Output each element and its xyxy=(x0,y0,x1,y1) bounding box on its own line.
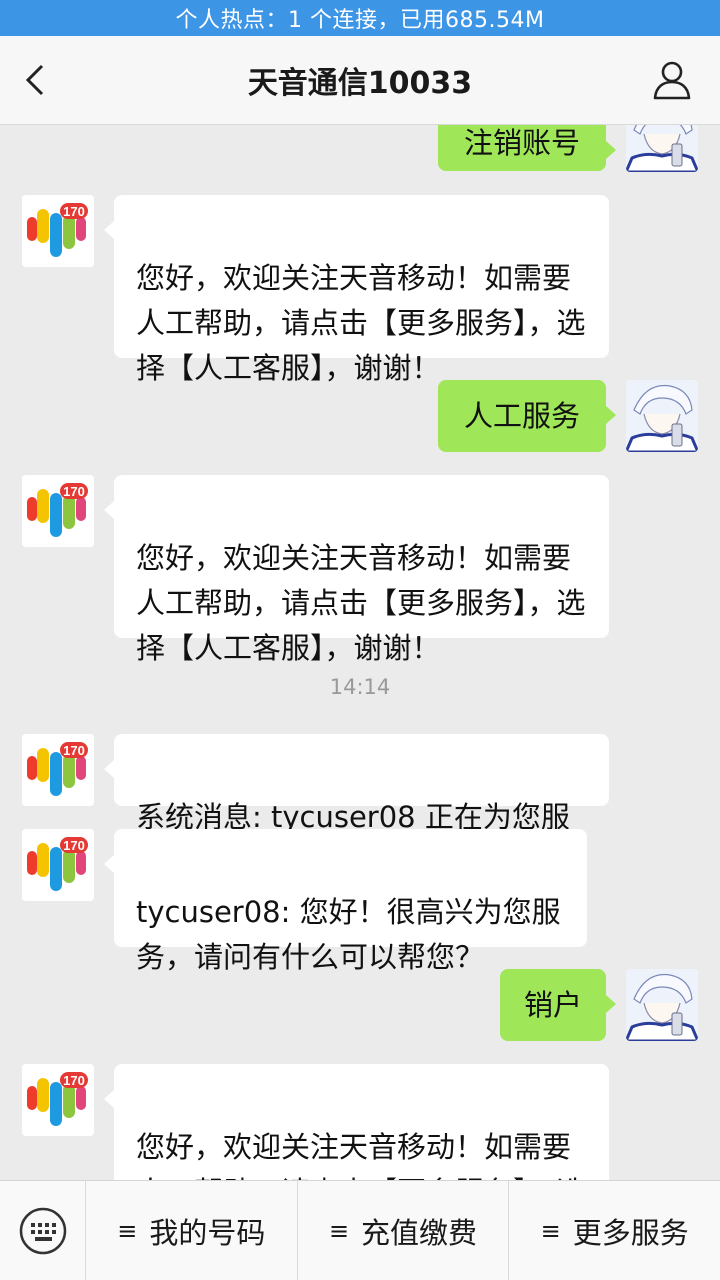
bottom-menu-bar: ≡ 我的号码 ≡ 充值缴费 ≡ 更多服务 xyxy=(0,1180,720,1280)
badge-170-text: 170 xyxy=(63,743,85,758)
menu-list-icon: ≡ xyxy=(117,1217,138,1245)
menu-list-icon: ≡ xyxy=(540,1217,561,1245)
back-button[interactable] xyxy=(16,58,60,102)
bot-avatar[interactable]: 170 xyxy=(22,1064,94,1136)
badge-170-text: 170 xyxy=(63,484,85,499)
tianyin-logo-icon: 170 xyxy=(22,829,94,901)
badge-170-text: 170 xyxy=(63,838,85,853)
keyboard-toggle-button[interactable] xyxy=(0,1181,86,1280)
message-text: 销户 xyxy=(523,987,582,1022)
person-icon xyxy=(653,61,691,100)
menu-item-label: 我的号码 xyxy=(149,1216,266,1250)
incoming-bubble[interactable]: 您好，欢迎关注天音移动！如需要人工帮助，请点击【更多服务】，选择【人工客服】，谢… xyxy=(104,195,609,385)
bot-avatar[interactable]: 170 xyxy=(22,829,94,901)
message-text: tycuser08: 您好！很高兴为您服务，请问有什么可以帮您？ xyxy=(136,895,561,974)
bot-avatar[interactable]: 170 xyxy=(22,475,94,547)
badge-170-text: 170 xyxy=(63,204,85,219)
back-arrow-icon xyxy=(25,64,44,96)
outgoing-bubble[interactable]: 销户 xyxy=(500,969,616,1041)
tianyin-logo-icon: 170 xyxy=(22,195,94,267)
user-avatar[interactable] xyxy=(626,969,698,1041)
incoming-bubble[interactable]: 系统消息: tycuser08 正在为您服务 xyxy=(104,734,609,879)
badge-170-text: 170 xyxy=(63,1073,85,1088)
chat-title: 天音通信10033 xyxy=(247,66,473,101)
profile-button[interactable] xyxy=(650,58,694,102)
message-text: 您好，欢迎关注天音移动！如需要人工帮助，请点击【更多服务】，选择【人工客服】，谢… xyxy=(136,541,586,665)
menu-more-services[interactable]: ≡ 更多服务 xyxy=(508,1181,720,1280)
tianyin-logo-icon: 170 xyxy=(22,734,94,806)
outgoing-bubble[interactable]: 人工服务 xyxy=(438,380,616,452)
message-text: 注销账号 xyxy=(463,125,580,160)
user-avatar-image xyxy=(626,380,698,452)
incoming-bubble[interactable]: tycuser08: 您好！很高兴为您服务，请问有什么可以帮您？ xyxy=(104,829,587,974)
menu-item-label: 更多服务 xyxy=(572,1216,689,1250)
menu-item-label: 充值缴费 xyxy=(361,1216,478,1250)
incoming-bubble[interactable]: 您好，欢迎关注天音移动！如需要人工帮助，请点击【更多服务】，选择【人工客服】，谢… xyxy=(104,1064,609,1180)
message-text: 您好，欢迎关注天音移动！如需要人工帮助，请点击【更多服务】，选择【人工客服】，谢… xyxy=(136,261,586,385)
user-avatar-image xyxy=(626,969,698,1041)
user-avatar-image xyxy=(626,125,698,172)
outgoing-bubble[interactable]: 注销账号 xyxy=(438,125,616,171)
tianyin-logo-icon: 170 xyxy=(22,1064,94,1136)
message-text: 人工服务 xyxy=(463,398,580,433)
message-list[interactable]: 注销账号 170 您好，欢迎关注天音移动！如需要人工帮助，请点击【更多服务】，选… xyxy=(0,125,720,1180)
bot-avatar[interactable]: 170 xyxy=(22,734,94,806)
user-avatar[interactable] xyxy=(626,125,698,172)
message-timestamp: 14:14 xyxy=(329,675,391,699)
chat-screen: 个人热点：1 个连接，已用685.54M 天音通信10033 注销账号 170 … xyxy=(0,0,720,1280)
bot-avatar[interactable]: 170 xyxy=(22,195,94,267)
message-text: 您好，欢迎关注天音移动！如需要人工帮助，请点击【更多服务】，选择【人工客服】，谢… xyxy=(136,1130,586,1180)
status-bar: 个人热点：1 个连接，已用685.54M xyxy=(0,0,720,36)
header-bar: 天音通信10033 xyxy=(0,36,720,125)
hotspot-status-text: 个人热点：1 个连接，已用685.54M xyxy=(175,8,545,33)
menu-list-icon: ≡ xyxy=(328,1217,350,1245)
incoming-bubble[interactable]: 您好，欢迎关注天音移动！如需要人工帮助，请点击【更多服务】，选择【人工客服】，谢… xyxy=(104,475,609,665)
menu-recharge[interactable]: ≡ 充值缴费 xyxy=(296,1181,509,1280)
tianyin-logo-icon: 170 xyxy=(22,475,94,547)
user-avatar[interactable] xyxy=(626,380,698,452)
menu-my-number[interactable]: ≡ 我的号码 xyxy=(86,1181,297,1280)
keyboard-icon xyxy=(19,1207,66,1255)
